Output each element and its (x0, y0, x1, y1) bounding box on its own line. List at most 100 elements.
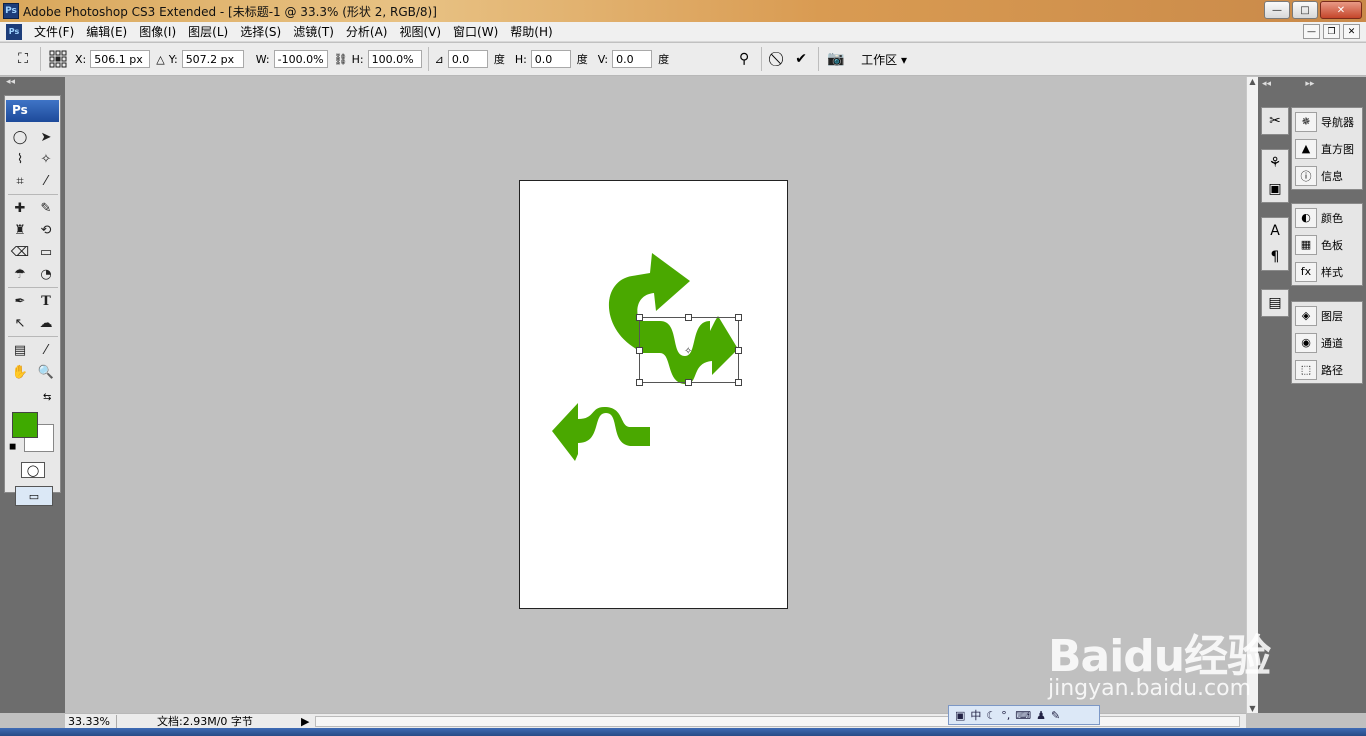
transform-tool-icon[interactable]: ⛶ (12, 48, 34, 70)
history-brush-icon[interactable]: ⟲ (34, 219, 58, 241)
hskew-input[interactable]: 0.0 (530, 50, 571, 68)
menu-image[interactable]: 图像(I) (133, 23, 182, 40)
horizontal-scrollbar[interactable] (315, 715, 1240, 727)
ime-language[interactable]: 中 (970, 707, 981, 723)
menu-layer[interactable]: 图层(L) (182, 23, 234, 40)
lasso-icon[interactable]: ⌇ (8, 148, 32, 170)
handle-left[interactable] (636, 347, 643, 354)
panel-info[interactable]: ⓘ 信息 (1292, 162, 1362, 189)
cancel-transform-icon[interactable]: ⃠ (768, 48, 790, 70)
move-icon[interactable]: ➤ (34, 126, 58, 148)
default-colors-icon[interactable]: ◼ (9, 442, 16, 452)
panel-grip-icon[interactable]: ◂◂ ▸▸ (1258, 77, 1366, 93)
shape-icon[interactable]: ☁ (34, 312, 58, 334)
status-menu-arrow-icon[interactable]: ▶ (301, 715, 309, 728)
menu-help[interactable]: 帮助(H) (504, 23, 558, 40)
width-input[interactable]: -100.0% (273, 50, 328, 68)
pivot-point-icon[interactable]: ✧ (684, 346, 692, 357)
doc-icon[interactable]: Ps (6, 23, 22, 40)
eyedropper-icon[interactable]: ⁄ (34, 339, 58, 361)
menu-window[interactable]: 窗口(W) (447, 23, 504, 40)
brush-icon[interactable]: ✎ (34, 197, 58, 219)
vskew-input[interactable]: 0.0 (612, 50, 653, 68)
y-input[interactable]: 507.2 px (181, 50, 244, 68)
zoom-icon[interactable]: 🔍 (34, 361, 58, 383)
menu-filter[interactable]: 滤镜(T) (287, 23, 340, 40)
path-select-icon[interactable]: ↖ (8, 312, 32, 334)
ime-tools-icon[interactable]: ✎ (1051, 709, 1060, 722)
foreground-color-swatch[interactable] (12, 412, 38, 438)
marquee-icon[interactable]: ◯ (8, 126, 32, 148)
document-canvas[interactable]: ✧ (519, 180, 788, 609)
ime-moon-icon[interactable]: ☾ (986, 709, 996, 722)
link-icon[interactable]: ⛓ (334, 53, 348, 66)
x-input[interactable]: 506.1 px (90, 50, 151, 68)
notes-icon[interactable]: ▤ (8, 339, 32, 361)
character-icon[interactable]: A (1262, 218, 1288, 244)
brushes-icon[interactable]: ⚘ (1262, 150, 1288, 176)
scroll-up-icon[interactable]: ▲ (1247, 77, 1258, 86)
paragraph-icon[interactable]: ¶ (1262, 244, 1288, 270)
menu-edit[interactable]: 编辑(E) (80, 23, 133, 40)
handle-top[interactable] (685, 314, 692, 321)
layer-comps-icon[interactable]: ▤ (1262, 290, 1288, 316)
close-button[interactable]: ✕ (1320, 1, 1362, 19)
panel-styles[interactable]: fx 样式 (1292, 258, 1362, 285)
warp-icon[interactable]: ⚲ (733, 48, 755, 70)
handle-right[interactable] (735, 347, 742, 354)
scroll-down-icon[interactable]: ▼ (1247, 704, 1258, 713)
dodge-icon[interactable]: ◔ (34, 263, 58, 285)
swap-colors-icon[interactable]: ⇆ (43, 392, 51, 403)
magic-wand-icon[interactable]: ✧ (34, 148, 58, 170)
slice-icon[interactable]: ⁄ (34, 170, 58, 192)
doc-restore-button[interactable]: ❐ (1323, 24, 1340, 39)
menu-view[interactable]: 视图(V) (393, 23, 447, 40)
transform-bounding-box[interactable]: ✧ (636, 314, 742, 386)
minimize-button[interactable]: — (1264, 1, 1290, 19)
ime-user-icon[interactable]: ♟ (1036, 709, 1046, 722)
gradient-icon[interactable]: ▭ (34, 241, 58, 263)
quick-mask-icon[interactable]: ◯ (21, 462, 45, 478)
collapse-icon[interactable]: ◂◂ (0, 77, 65, 89)
menu-file[interactable]: 文件(F) (28, 23, 80, 40)
height-input[interactable]: 100.0% (367, 50, 422, 68)
panel-color[interactable]: ◐ 颜色 (1292, 204, 1362, 231)
tool-presets-icon[interactable]: ✂ (1262, 108, 1288, 134)
ime-punct-icon[interactable]: °, (1001, 709, 1010, 722)
panel-navigator[interactable]: ✵ 导航器 (1292, 108, 1362, 135)
handle-bottom-left[interactable] (636, 379, 643, 386)
eraser-icon[interactable]: ⌫ (8, 241, 32, 263)
handle-top-left[interactable] (636, 314, 643, 321)
workspace-menu[interactable]: 工作区 ▾ (861, 51, 907, 68)
handle-bottom-right[interactable] (735, 379, 742, 386)
hand-icon[interactable]: ✋ (8, 361, 32, 383)
ime-keyboard-icon[interactable]: ⌨ (1015, 709, 1031, 722)
ime-toolbar[interactable]: ▣ 中 ☾ °, ⌨ ♟ ✎ (948, 705, 1100, 725)
handle-top-right[interactable] (735, 314, 742, 321)
handle-bottom[interactable] (685, 379, 692, 386)
blur-icon[interactable]: ☂ (8, 263, 32, 285)
panel-channels[interactable]: ◉ 通道 (1292, 329, 1362, 356)
angle-input[interactable]: 0.0 (447, 50, 488, 68)
menu-analysis[interactable]: 分析(A) (340, 23, 394, 40)
menu-select[interactable]: 选择(S) (234, 23, 287, 40)
type-icon[interactable]: T (34, 290, 58, 312)
document-info[interactable]: 文档:2.93M/0 字节 (117, 713, 297, 729)
panel-paths[interactable]: ⬚ 路径 (1292, 356, 1362, 383)
healing-icon[interactable]: ✚ (8, 197, 32, 219)
panel-swatches[interactable]: ▦ 色板 (1292, 231, 1362, 258)
pen-icon[interactable]: ✒ (8, 290, 32, 312)
clone-source-icon[interactable]: ▣ (1262, 176, 1288, 202)
doc-close-button[interactable]: ✕ (1343, 24, 1360, 39)
panel-layers[interactable]: ◈ 图层 (1292, 302, 1362, 329)
bridge-icon[interactable]: 📷 (825, 48, 847, 70)
maximize-button[interactable]: □ (1292, 1, 1318, 19)
panel-histogram[interactable]: ▲ 直方图 (1292, 135, 1362, 162)
stamp-icon[interactable]: ♜ (8, 219, 32, 241)
screen-mode-icon[interactable]: ▭ (15, 486, 53, 506)
zoom-level[interactable]: 33.33% (65, 714, 117, 728)
doc-minimize-button[interactable]: — (1303, 24, 1320, 39)
reference-point-icon[interactable] (47, 48, 69, 70)
crop-icon[interactable]: ⌗ (8, 170, 32, 192)
commit-transform-icon[interactable]: ✔ (790, 48, 812, 70)
